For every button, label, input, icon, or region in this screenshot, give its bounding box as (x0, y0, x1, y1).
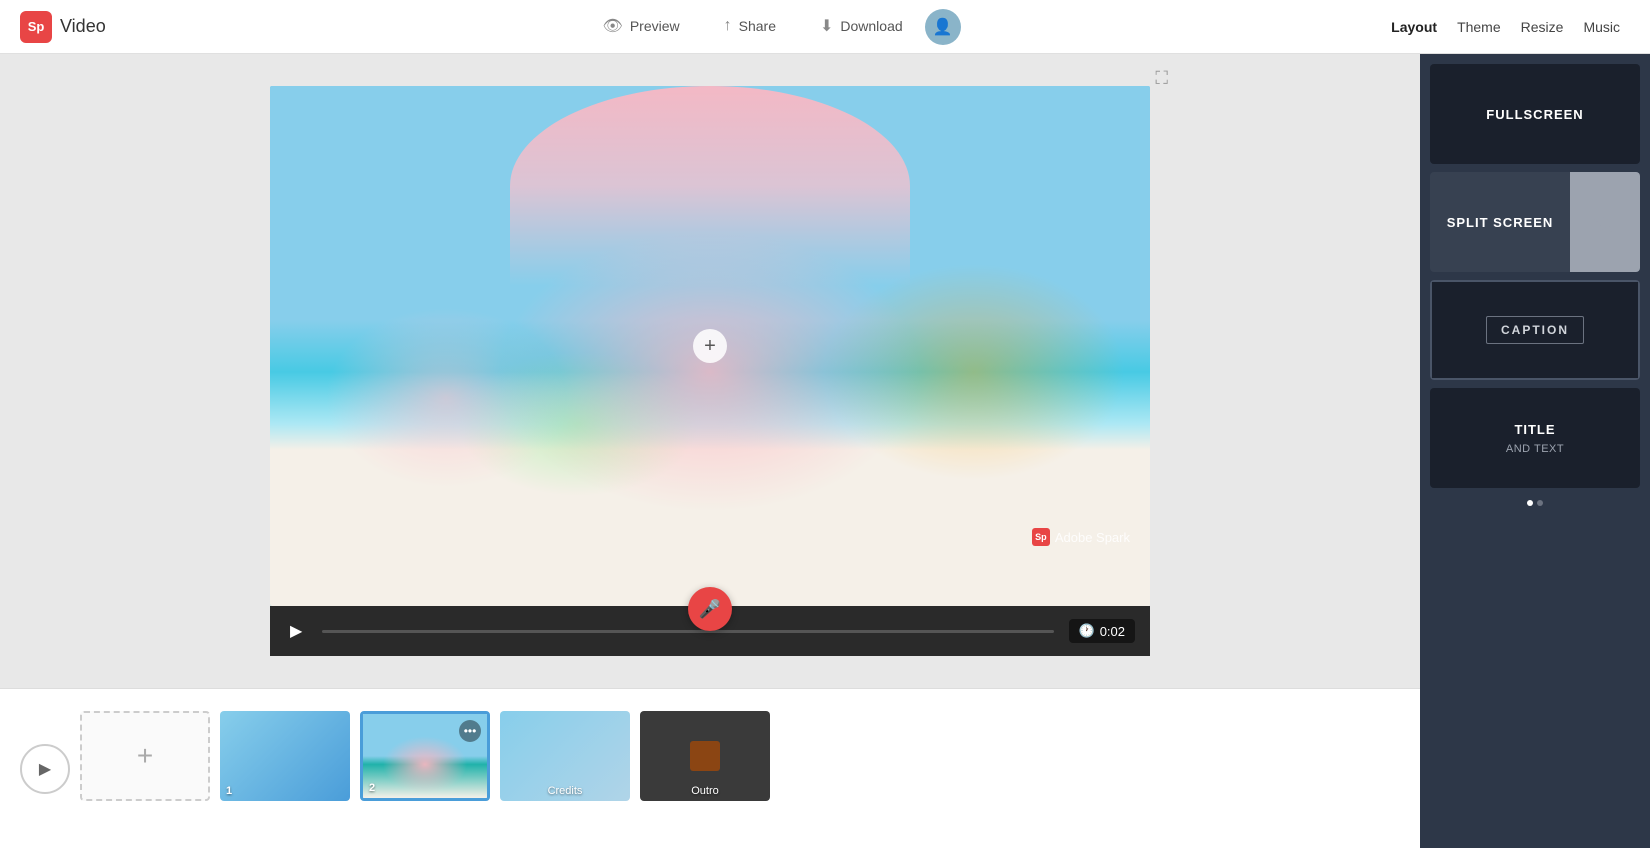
download-button[interactable]: ⬇ Download (798, 0, 925, 54)
slide-1-bg (220, 711, 350, 801)
watermark-logo: Sp (1032, 528, 1050, 546)
timeline-outro-wrapper: Outro (640, 711, 770, 826)
dot-2 (1537, 500, 1543, 506)
video-controls: ▶ 🎤 🕐 0:02 (270, 606, 1150, 656)
title-layout-option[interactable]: TITLE AND TEXT (1430, 388, 1640, 488)
fullscreen-layout-option[interactable]: FULLSCREEN (1430, 64, 1640, 164)
video-display: + Sp Adobe Spark (270, 86, 1150, 606)
app-title: Video (60, 16, 106, 37)
slide-2-number: 2 (369, 782, 375, 794)
preview-button[interactable]: 👁 Preview (581, 0, 702, 54)
timeline-slide-2-wrapper: ••• 2 (360, 711, 490, 826)
content-area: ⛶ + Sp Adobe Spark (0, 54, 1420, 848)
user-avatar-button[interactable]: 👤 (925, 9, 961, 45)
timeline-outro[interactable]: Outro (640, 711, 770, 801)
timeline-play-button[interactable]: ▶ (20, 744, 70, 794)
player-container: ⛶ + Sp Adobe Spark (270, 86, 1150, 656)
timeline-slide-1-wrapper: 1 (220, 711, 350, 826)
play-button[interactable]: ▶ (285, 616, 307, 646)
download-icon: ⬇ (820, 16, 833, 36)
sp-logo: Sp (20, 11, 52, 43)
star-icon: ★ (1592, 206, 1617, 239)
timeline-slide-1[interactable]: 1 (220, 711, 350, 801)
brand-logo-area: Sp Video (0, 11, 180, 43)
nav-center-actions: 👁 Preview ↑ Share ⬇ Download 👤 (180, 0, 1361, 54)
progress-bar[interactable] (322, 630, 1053, 633)
resize-tab[interactable]: Resize (1521, 19, 1564, 35)
time-display: 🕐 0:02 (1069, 619, 1136, 643)
timeline-credits-wrapper: Credits (500, 711, 630, 826)
preview-icon: 👁 (603, 16, 623, 36)
microphone-button[interactable]: 🎤 (688, 587, 732, 631)
timeline-slide-2[interactable]: ••• 2 (360, 711, 490, 801)
outro-label: Outro (640, 785, 770, 797)
add-slide-icon: + (137, 740, 153, 772)
flower-arch (510, 86, 910, 286)
theme-tab[interactable]: Theme (1457, 19, 1501, 35)
split-right-area: ★ (1570, 172, 1640, 272)
music-tab[interactable]: Music (1583, 19, 1620, 35)
dot-1 (1527, 500, 1533, 506)
slide-2-options-button[interactable]: ••• (459, 720, 481, 742)
top-navigation: Sp Video 👁 Preview ↑ Share ⬇ Download 👤 … (0, 0, 1650, 54)
layout-tab[interactable]: Layout (1391, 19, 1437, 35)
split-screen-layout-option[interactable]: SPLIT SCREEN ★ (1430, 172, 1640, 272)
credits-label: Credits (500, 785, 630, 797)
slide-1-number: 1 (226, 785, 232, 797)
timeline: ▶ + 1 ••• 2 (0, 688, 1420, 848)
fullscreen-label: FULLSCREEN (1486, 107, 1583, 122)
share-button[interactable]: ↑ Share (702, 0, 798, 54)
share-icon: ↑ (724, 17, 732, 35)
main-area: ⛶ + Sp Adobe Spark (0, 54, 1650, 848)
caption-layout-option[interactable]: CAPTION (1430, 280, 1640, 380)
watermark: Sp Adobe Spark (1032, 528, 1130, 546)
title-label: TITLE (1514, 422, 1555, 437)
title-sublabel: AND TEXT (1506, 443, 1564, 455)
player-wrapper: ⛶ + Sp Adobe Spark (0, 54, 1420, 688)
nav-right-tabs: Layout Theme Resize Music (1361, 19, 1650, 35)
clock-icon: 🕐 (1079, 623, 1095, 639)
timeline-credits[interactable]: Credits (500, 711, 630, 801)
panel-scroll-indicator (1430, 500, 1640, 506)
split-left-area: SPLIT SCREEN (1430, 172, 1570, 272)
add-slide-button[interactable]: + (80, 711, 210, 801)
right-panel: FULLSCREEN SPLIT SCREEN ★ CAPTION TITL (1420, 54, 1650, 848)
outro-icon (690, 741, 720, 771)
fullscreen-icon[interactable]: ⛶ (1155, 68, 1168, 89)
caption-label: CAPTION (1486, 316, 1584, 344)
add-content-button[interactable]: + (693, 329, 727, 363)
split-screen-label: SPLIT SCREEN (1447, 215, 1554, 230)
add-slide-wrapper: + (80, 711, 210, 826)
